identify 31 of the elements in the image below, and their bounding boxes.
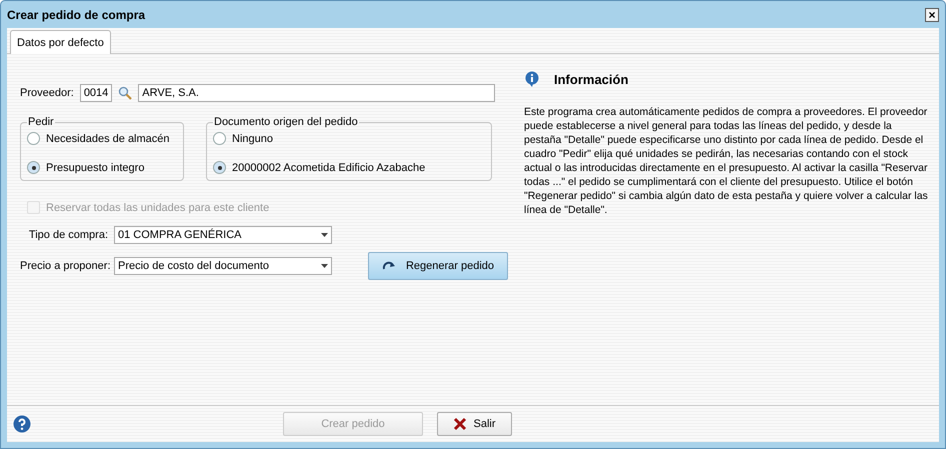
info-text: Este programa crea automáticamente pedidos de compra a proveedores. El proveedor puede establecerse a nivel general para todas las líneas del pedido, y desde la pestaña "Detalle" puede especificarse uno distinto por cada línea de pedido. Desde el cuadro "Pedir" elija qué unidades se pedirán, las necesarias contando con el stock actual o las introducidas directamente en el presupuesto. Al activar la casilla "Reservar todas ..." el pedido se cumplimentará con el cliente del presupuesto. Utilice el botón "Regenerar pedido" si cambia algún dato de esta pestaña y quiere volver a calcular las línea de "Detalle".: [524, 105, 929, 217]
radio-button[interactable]: [213, 132, 226, 145]
radio-label[interactable]: Necesidades de almacén: [46, 132, 170, 144]
supplier-name-field[interactable]: ARVE, S.A.: [138, 84, 496, 102]
help-icon[interactable]: [13, 415, 31, 433]
tab[interactable]: Datos por defecto: [10, 30, 111, 54]
info-icon: [524, 71, 540, 87]
exit-button[interactable]: Salir: [437, 412, 512, 436]
dropdown[interactable]: 01 COMPRA GENÉRICA: [114, 226, 332, 244]
refresh-icon: [382, 261, 396, 271]
group-title: Pedir: [27, 116, 55, 128]
window-title: Crear pedido de compra: [7, 8, 146, 22]
field-label: Precio a proponer:: [20, 260, 108, 272]
dropdown[interactable]: Precio de costo del documento: [114, 257, 332, 275]
radio-label[interactable]: 20000002 Acometida Edificio Azabache: [232, 162, 426, 174]
search-icon[interactable]: [118, 86, 132, 100]
regenerate-button[interactable]: Regenerar pedido: [368, 252, 508, 280]
dropdown-arrow-icon: [321, 233, 328, 237]
close-button[interactable]: ×: [925, 8, 939, 22]
supplier-code-field[interactable]: 0014: [80, 84, 112, 102]
radio-label[interactable]: Ninguno: [232, 132, 273, 144]
radio-button[interactable]: [27, 132, 40, 145]
x-icon: [453, 417, 468, 431]
radio-button[interactable]: [213, 161, 226, 174]
radio-button[interactable]: [27, 161, 40, 174]
supplier-label: Proveedor:: [20, 87, 74, 99]
dropdown-arrow-icon: [321, 264, 328, 268]
group-title: Documento origen del pedido: [213, 116, 359, 128]
field-label: Tipo de compra:: [28, 229, 108, 241]
radio-label[interactable]: Presupuesto integro: [46, 162, 144, 174]
info-title: Información: [554, 72, 628, 86]
